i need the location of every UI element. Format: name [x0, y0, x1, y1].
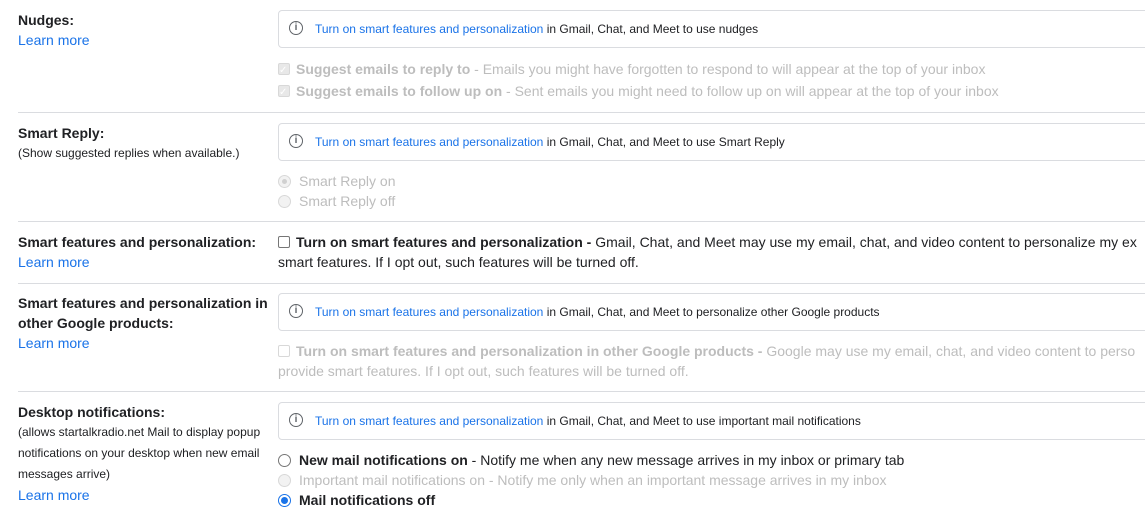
- smart-features-desc-line2: smart features. If I opt out, such featu…: [278, 254, 639, 270]
- new-mail-label: New mail notifications on: [299, 452, 468, 468]
- smart-reply-title: Smart Reply:: [18, 125, 105, 141]
- info-icon: i: [289, 413, 303, 427]
- smart-features-label-group: Smart features and personalization: Lear…: [18, 232, 276, 272]
- smart-features-option: Turn on smart features and personalizati…: [278, 232, 1137, 252]
- smart-reply-off-label: Smart Reply off: [299, 193, 396, 209]
- important-mail-radio: [278, 474, 291, 487]
- info-icon: i: [289, 21, 303, 35]
- other-products-checkbox: [278, 345, 290, 357]
- divider: [18, 283, 1145, 284]
- smart-features-label: Turn on smart features and personalizati…: [296, 234, 592, 250]
- desktop-sub-line2: notifications on your desktop when new e…: [18, 446, 260, 460]
- other-products-title-line2: other Google products:: [18, 315, 174, 331]
- desktop-sub-line1: (allows startalkradio.net Mail to displa…: [18, 425, 261, 439]
- desktop-notifications-off-option[interactable]: Mail notifications off: [278, 490, 435, 510]
- smart-reply-off-radio: [278, 195, 291, 208]
- nudges-followup-option: Suggest emails to follow up on - Sent em…: [278, 81, 999, 103]
- nudges-followup-checkbox: [278, 83, 290, 103]
- smart-reply-banner-text: in Gmail, Chat, and Meet to use Smart Re…: [543, 135, 785, 149]
- smart-reply-on-option: Smart Reply on: [278, 171, 395, 191]
- nudges-reply-label: Suggest emails to reply to: [296, 61, 471, 77]
- nudges-reply-option: Suggest emails to reply to - Emails you …: [278, 59, 986, 81]
- desktop-info-banner: i Turn on smart features and personaliza…: [278, 402, 1145, 440]
- desktop-new-mail-option[interactable]: New mail notifications on - Notify me wh…: [278, 450, 904, 470]
- notifications-off-label: Mail notifications off: [299, 492, 436, 508]
- nudges-banner-text: in Gmail, Chat, and Meet to use nudges: [543, 22, 759, 36]
- desktop-title: Desktop notifications:: [18, 404, 166, 420]
- smart-reply-on-label: Smart Reply on: [299, 173, 396, 189]
- desktop-sub-line3: messages arrive): [18, 467, 111, 481]
- other-products-label-group: Smart features and personalization in ot…: [18, 293, 276, 353]
- smart-reply-off-option: Smart Reply off: [278, 191, 395, 211]
- nudges-followup-label: Suggest emails to follow up on: [296, 83, 503, 99]
- divider: [18, 112, 1145, 113]
- smart-reply-info-banner: i Turn on smart features and personaliza…: [278, 123, 1145, 161]
- smart-features-desc: Gmail, Chat, and Meet may use my email, …: [591, 234, 1137, 250]
- smart-features-checkbox[interactable]: [278, 236, 290, 248]
- smart-features-title: Smart features and personalization:: [18, 234, 257, 250]
- smart-reply-banner-link[interactable]: Turn on smart features and personalizati…: [315, 135, 543, 149]
- nudges-followup-desc: - Sent emails you might need to follow u…: [502, 83, 999, 99]
- other-products-title-line1: Smart features and personalization in: [18, 295, 268, 311]
- other-products-info-banner: i Turn on smart features and personaliza…: [278, 293, 1145, 331]
- important-mail-label: Important mail notifications on - Notify…: [299, 472, 887, 488]
- new-mail-radio[interactable]: [278, 454, 291, 467]
- desktop-important-mail-option: Important mail notifications on - Notify…: [278, 470, 886, 490]
- smart-reply-label-group: Smart Reply: (Show suggested replies whe…: [18, 123, 276, 164]
- smart-reply-subtitle: (Show suggested replies when available.): [18, 146, 240, 160]
- smart-reply-on-radio: [278, 175, 291, 188]
- other-products-banner-link[interactable]: Turn on smart features and personalizati…: [315, 305, 543, 319]
- nudges-info-banner: i Turn on smart features and personaliza…: [278, 10, 1145, 48]
- new-mail-desc: - Notify me when any new message arrives…: [467, 452, 905, 468]
- info-icon: i: [289, 134, 303, 148]
- nudges-learn-more-link[interactable]: Learn more: [18, 30, 276, 50]
- other-products-label: Turn on smart features and personalizati…: [296, 343, 763, 359]
- desktop-banner-link[interactable]: Turn on smart features and personalizati…: [315, 414, 543, 428]
- nudges-banner-link[interactable]: Turn on smart features and personalizati…: [315, 22, 543, 36]
- notifications-off-radio[interactable]: [278, 494, 291, 507]
- other-products-learn-more-link[interactable]: Learn more: [18, 333, 276, 353]
- other-products-banner-text: in Gmail, Chat, and Meet to personalize …: [543, 305, 880, 319]
- other-products-desc: Google may use my email, chat, and video…: [762, 343, 1136, 359]
- nudges-reply-desc: - Emails you might have forgotten to res…: [470, 61, 986, 77]
- nudges-label-group: Nudges: Learn more: [18, 10, 276, 50]
- divider: [18, 391, 1145, 392]
- other-products-option: Turn on smart features and personalizati…: [278, 341, 1135, 361]
- nudges-reply-checkbox: [278, 61, 290, 81]
- desktop-learn-more-link[interactable]: Learn more: [18, 485, 276, 505]
- divider: [18, 221, 1145, 222]
- nudges-title: Nudges:: [18, 12, 74, 28]
- info-icon: i: [289, 304, 303, 318]
- desktop-label-group: Desktop notifications: (allows startalkr…: [18, 402, 276, 505]
- desktop-banner-text: in Gmail, Chat, and Meet to use importan…: [543, 414, 861, 428]
- other-products-desc-line2: provide smart features. If I opt out, su…: [278, 363, 689, 379]
- smart-features-learn-more-link[interactable]: Learn more: [18, 252, 276, 272]
